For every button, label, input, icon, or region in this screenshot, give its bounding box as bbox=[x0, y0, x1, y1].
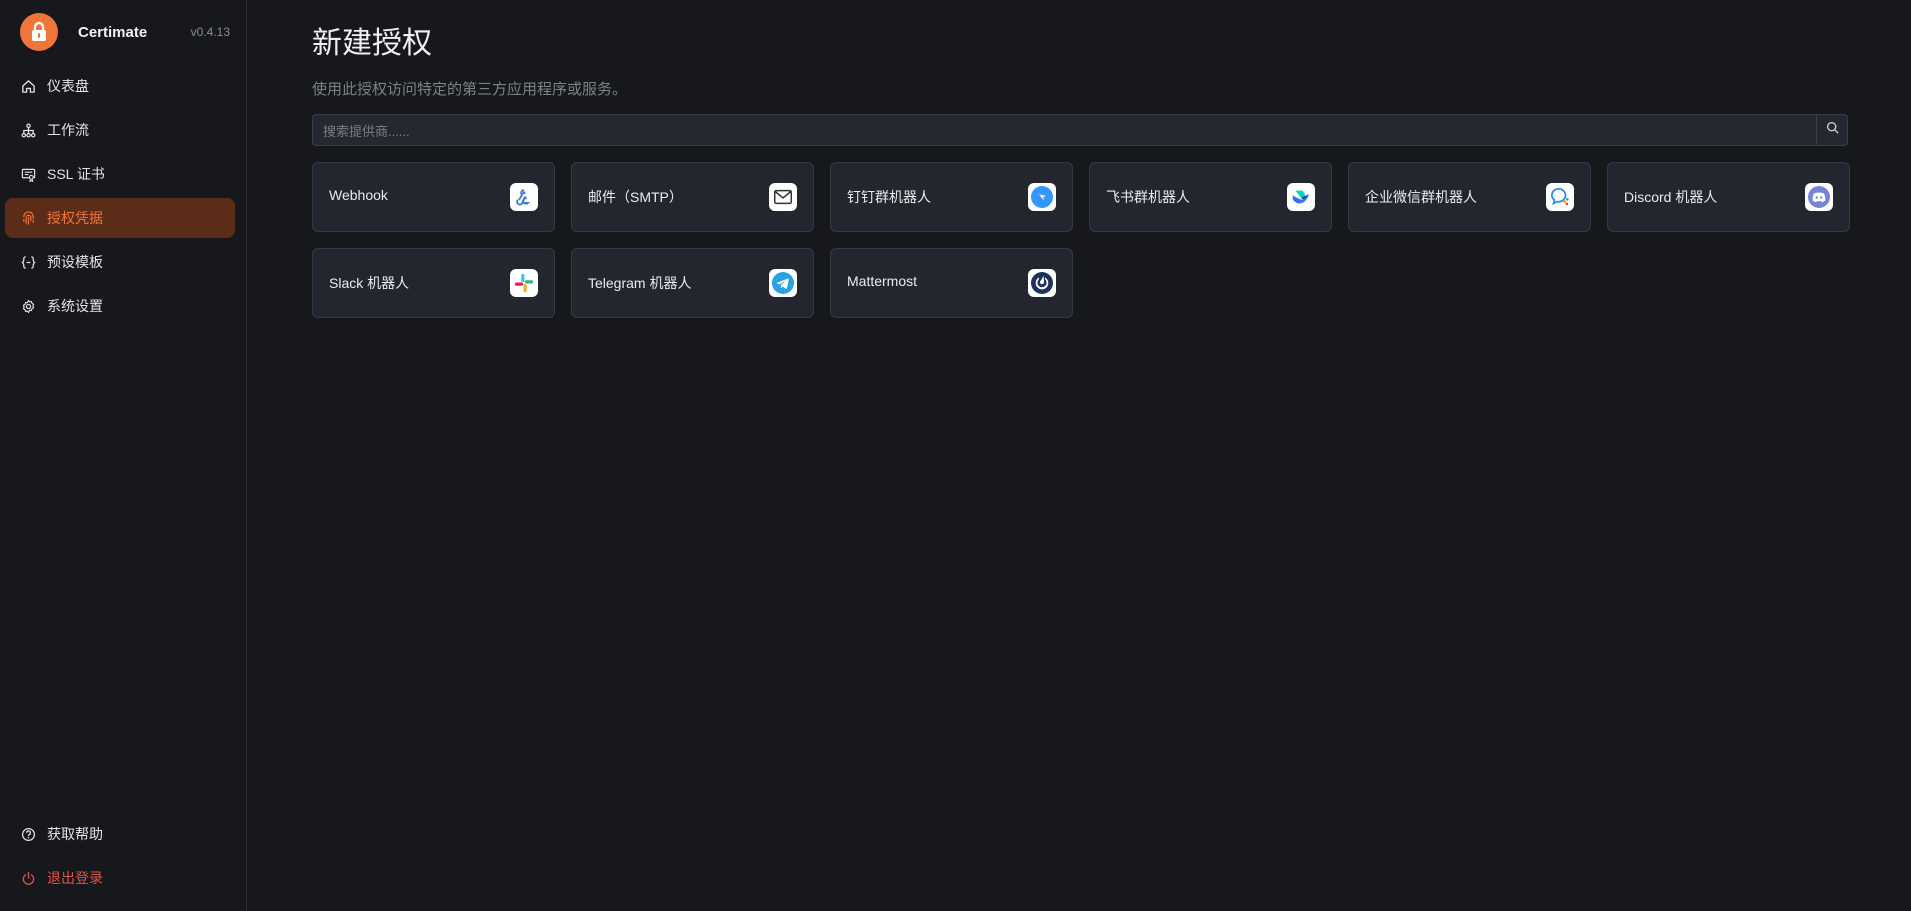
sidebar-item-label: SSL 证书 bbox=[47, 166, 105, 182]
lock-logo-icon bbox=[20, 13, 58, 51]
provider-card-telegram[interactable]: Telegram 机器人 bbox=[571, 248, 814, 318]
sidebar-item-label: 获取帮助 bbox=[47, 826, 103, 842]
discord-icon bbox=[1805, 183, 1833, 211]
search-icon bbox=[1826, 121, 1839, 139]
home-icon bbox=[19, 77, 37, 95]
sidebar-item-label: 退出登录 bbox=[47, 870, 103, 886]
provider-card-slack[interactable]: Slack 机器人 bbox=[312, 248, 555, 318]
fingerprint-icon bbox=[19, 209, 37, 227]
sidebar-item-label: 授权凭据 bbox=[47, 210, 103, 226]
sidebar-item-label: 仪表盘 bbox=[47, 78, 89, 94]
workflow-icon bbox=[19, 121, 37, 139]
provider-card-webhook[interactable]: Webhook bbox=[312, 162, 555, 232]
sidebar-item-settings[interactable]: 系统设置 bbox=[5, 286, 235, 326]
page-description: 使用此授权访问特定的第三方应用程序或服务。 bbox=[312, 81, 628, 98]
provider-card-dingtalk[interactable]: 钉钉群机器人 bbox=[830, 162, 1073, 232]
sidebar-item-dashboard[interactable]: 仪表盘 bbox=[5, 66, 235, 106]
sidebar-item-logout[interactable]: 退出登录 bbox=[5, 858, 235, 898]
mail-icon bbox=[769, 183, 797, 211]
search-input[interactable] bbox=[313, 115, 1816, 147]
gear-icon bbox=[19, 297, 37, 315]
lark-icon bbox=[1287, 183, 1315, 211]
search-button[interactable] bbox=[1816, 115, 1847, 145]
provider-label: 企业微信群机器人 bbox=[1365, 189, 1477, 205]
provider-label: Mattermost bbox=[847, 273, 918, 289]
provider-label: Telegram 机器人 bbox=[588, 275, 692, 291]
provider-label: 飞书群机器人 bbox=[1106, 189, 1190, 205]
brand-version: v0.4.13 bbox=[190, 25, 230, 39]
brand-name: Certimate bbox=[78, 23, 148, 41]
sidebar-nav: 仪表盘 工作流 SSL 证书 授权凭据 预设模板 系统设置 bbox=[5, 66, 235, 330]
mattermost-icon bbox=[1028, 269, 1056, 297]
provider-label: 邮件（SMTP） bbox=[588, 189, 683, 205]
provider-label: Discord 机器人 bbox=[1624, 189, 1718, 205]
help-icon bbox=[19, 825, 37, 843]
sidebar-bottom-nav: 获取帮助 退出登录 bbox=[5, 814, 235, 902]
provider-card-discord[interactable]: Discord 机器人 bbox=[1607, 162, 1850, 232]
sidebar-item-workflow[interactable]: 工作流 bbox=[5, 110, 235, 150]
sidebar-item-label: 工作流 bbox=[47, 122, 89, 138]
power-icon bbox=[19, 869, 37, 887]
sidebar-item-credentials[interactable]: 授权凭据 bbox=[5, 198, 235, 238]
wecom-icon bbox=[1546, 183, 1574, 211]
provider-label: 钉钉群机器人 bbox=[847, 189, 931, 205]
sidebar: Certimate v0.4.13 仪表盘 工作流 SSL 证书 授权凭据 预设… bbox=[0, 0, 247, 911]
braces-icon bbox=[19, 253, 37, 271]
provider-label: Slack 机器人 bbox=[329, 275, 410, 291]
sidebar-item-label: 系统设置 bbox=[47, 298, 103, 314]
webhook-icon bbox=[510, 183, 538, 211]
provider-card-smtp[interactable]: 邮件（SMTP） bbox=[571, 162, 814, 232]
certificate-icon bbox=[19, 165, 37, 183]
sidebar-item-help[interactable]: 获取帮助 bbox=[5, 814, 235, 854]
sidebar-item-certificates[interactable]: SSL 证书 bbox=[5, 154, 235, 194]
provider-card-mattermost[interactable]: Mattermost bbox=[830, 248, 1073, 318]
provider-card-wecom[interactable]: 企业微信群机器人 bbox=[1348, 162, 1591, 232]
telegram-icon bbox=[769, 269, 797, 297]
slack-icon bbox=[510, 269, 538, 297]
page-title: 新建授权 bbox=[312, 27, 432, 60]
provider-search bbox=[312, 114, 1848, 147]
provider-label: Webhook bbox=[329, 187, 388, 203]
dingtalk-icon bbox=[1028, 183, 1056, 211]
sidebar-item-label: 预设模板 bbox=[47, 254, 103, 270]
provider-card-lark[interactable]: 飞书群机器人 bbox=[1089, 162, 1332, 232]
sidebar-item-templates[interactable]: 预设模板 bbox=[5, 242, 235, 282]
brand[interactable]: Certimate v0.4.13 bbox=[20, 13, 230, 51]
